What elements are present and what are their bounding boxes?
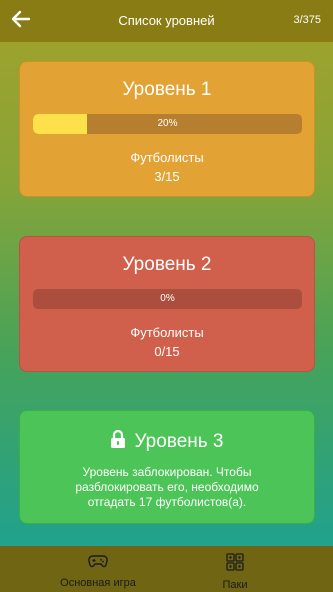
level-title: Уровень 3 bbox=[134, 430, 224, 452]
nav-packs-label: Паки bbox=[222, 579, 248, 591]
level-progress-bar: 0% bbox=[33, 289, 302, 309]
nav-packs[interactable]: Паки bbox=[205, 553, 265, 591]
level-title-row: Уровень 3 bbox=[20, 429, 314, 454]
players-label: Футболисты bbox=[130, 150, 204, 165]
progress-percent: 20% bbox=[157, 118, 178, 129]
progress-percent: 0% bbox=[160, 293, 175, 304]
nav-main-game[interactable]: Основная игра bbox=[50, 553, 146, 589]
bottom-navigation: Основная игра Паки bbox=[0, 546, 333, 592]
level-progress-bar: 20% bbox=[33, 114, 302, 134]
top-app-bar: Список уровней 3/375 bbox=[0, 0, 333, 42]
nav-main-game-label: Основная игра bbox=[60, 577, 136, 589]
players-count: 3/15 bbox=[154, 169, 180, 184]
level-card-2[interactable]: Уровень 2 0% Футболисты 0/15 bbox=[19, 236, 315, 372]
level-title: Уровень 1 bbox=[122, 79, 212, 100]
level-card-3-locked[interactable]: Уровень 3 Уровень заблокирован. Чтобы ра… bbox=[19, 410, 315, 524]
players-label: Футболисты bbox=[130, 325, 204, 340]
gamepad-icon bbox=[88, 553, 108, 574]
level-counter: 3/375 bbox=[293, 14, 321, 26]
lock-icon bbox=[110, 429, 126, 454]
packs-grid-icon bbox=[226, 553, 244, 576]
level-card-1[interactable]: Уровень 1 20% Футболисты 3/15 bbox=[19, 61, 315, 197]
players-count: 0/15 bbox=[154, 344, 180, 359]
level-title: Уровень 2 bbox=[122, 254, 212, 275]
locked-message: Уровень заблокирован. Чтобы разблокирова… bbox=[75, 465, 259, 509]
page-title: Список уровней bbox=[118, 13, 215, 28]
